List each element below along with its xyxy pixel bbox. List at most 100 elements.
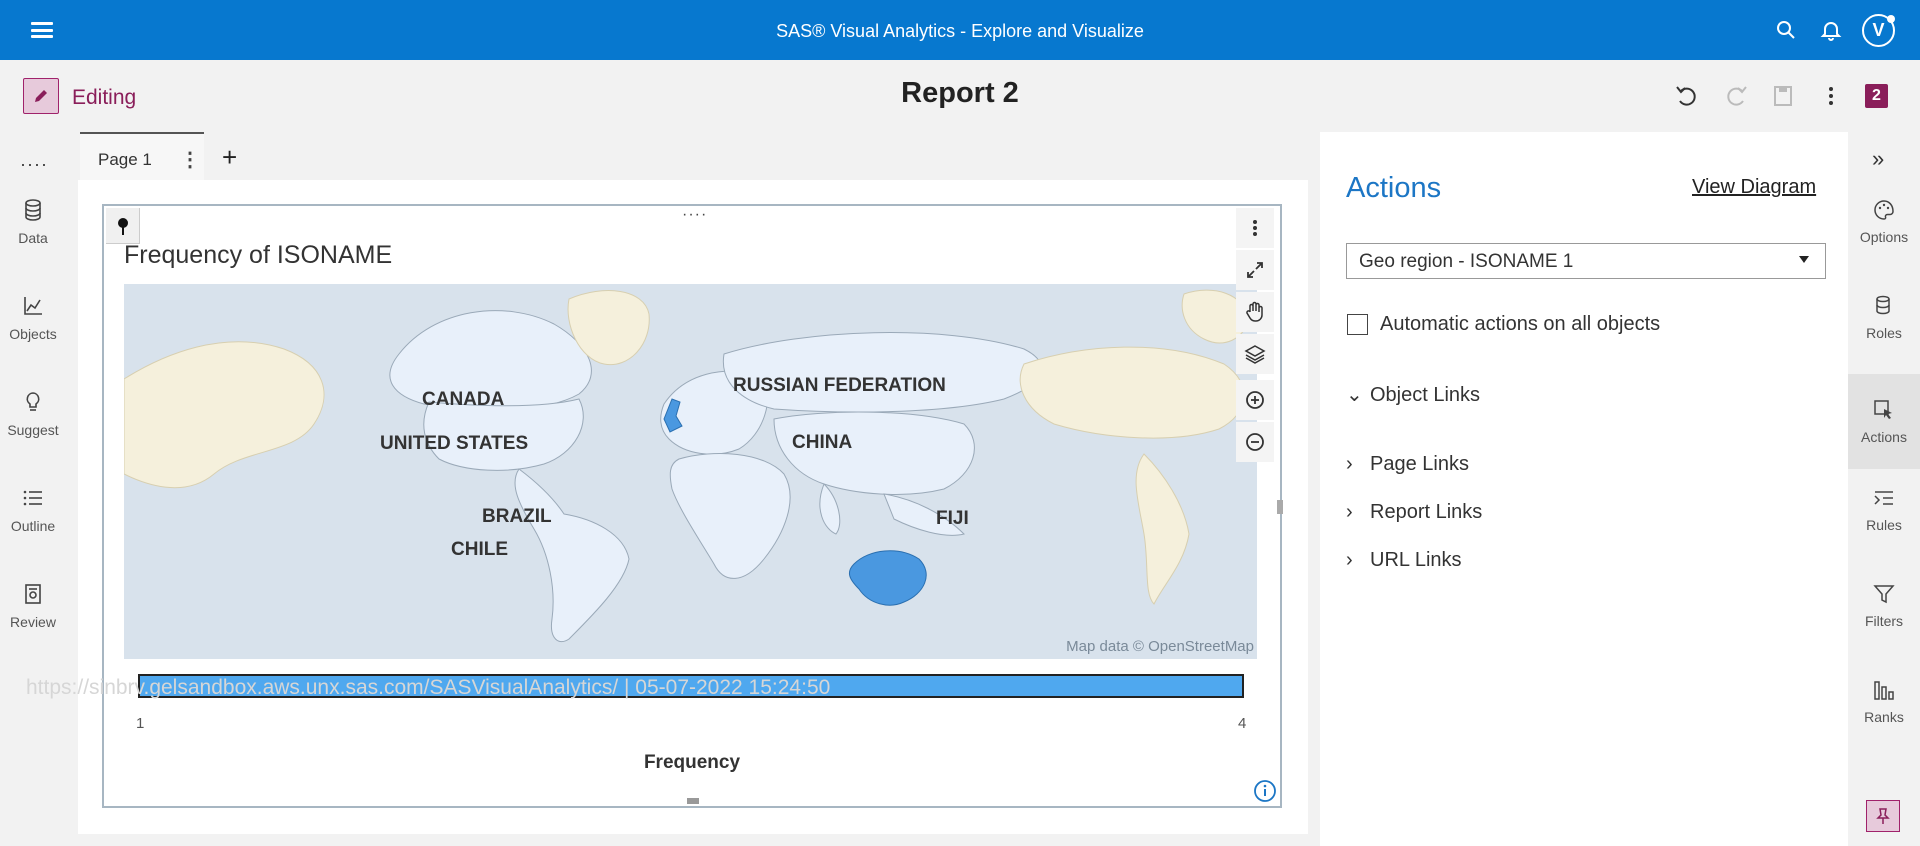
chevron-right-icon: › xyxy=(1346,549,1353,571)
section-report-links[interactable]: › Report Links xyxy=(1346,501,1482,524)
nav-item-label: Suggest xyxy=(7,422,59,438)
rail-item-actions[interactable]: Actions xyxy=(1848,374,1920,469)
rail-item-label: Actions xyxy=(1861,429,1907,445)
map-label-chile: CHILE xyxy=(451,539,508,560)
right-rail: » Options Roles Actions Rules Filters Ra… xyxy=(1848,132,1920,846)
layers-button[interactable] xyxy=(1236,334,1274,374)
tab-page-1[interactable]: Page 1 ⋮ xyxy=(80,132,204,180)
notification-badge[interactable]: 2 xyxy=(1865,84,1888,108)
url-watermark: https://sinbrv.gelsandbox.aws.unx.sas.co… xyxy=(26,676,831,699)
geo-map-object[interactable]: ···· Frequency of ISONAME CANADA UNITED … xyxy=(102,204,1282,808)
object-select-value: Geo region - ISONAME 1 xyxy=(1359,251,1574,272)
pointer-icon xyxy=(1874,400,1892,419)
expand-icon xyxy=(1247,262,1263,278)
review-icon xyxy=(25,584,41,604)
zoom-out-icon xyxy=(1246,433,1264,451)
chart-line-icon xyxy=(24,297,42,315)
avatar-initial: V xyxy=(1872,20,1885,40)
collapse-pane-icon[interactable]: » xyxy=(1872,146,1884,172)
report-title[interactable]: Report 2 xyxy=(0,77,1920,110)
database-icon xyxy=(25,199,41,221)
layers-icon xyxy=(1244,345,1266,364)
legend-min-value: 1 xyxy=(136,715,145,732)
auto-actions-checkbox[interactable] xyxy=(1347,314,1368,335)
resize-handle[interactable] xyxy=(687,798,699,804)
map-label-russian-federation: RUSSIAN FEDERATION xyxy=(733,375,946,396)
notification-bell-icon[interactable] xyxy=(1819,18,1843,42)
redo-icon[interactable] xyxy=(1722,82,1750,110)
user-avatar[interactable]: V xyxy=(1862,14,1895,47)
map-label-brazil: BRAZIL xyxy=(482,506,552,527)
avatar-status-dot xyxy=(1887,15,1895,23)
actions-pane: Actions View Diagram Geo region - ISONAM… xyxy=(1320,132,1848,846)
more-vertical-icon xyxy=(1253,220,1257,236)
rail-item-ranks[interactable]: Ranks xyxy=(1848,654,1920,749)
rail-item-rules[interactable]: Rules xyxy=(1848,462,1920,557)
auto-actions-label: Automatic actions on all objects xyxy=(1380,313,1661,335)
canvas-scroll-handle[interactable] xyxy=(1277,500,1283,514)
map-label-united-states: UNITED STATES xyxy=(380,433,528,454)
rail-item-options[interactable]: Options xyxy=(1848,174,1920,269)
nav-item-data[interactable]: Data xyxy=(0,198,66,278)
left-nav: ···· Data Objects Suggest Outline Review xyxy=(0,132,66,846)
section-url-links[interactable]: › URL Links xyxy=(1346,549,1462,572)
view-diagram-link[interactable]: View Diagram xyxy=(1692,176,1816,199)
dropdown-caret-icon xyxy=(1799,256,1809,263)
filter-icon xyxy=(1873,585,1895,604)
undo-icon[interactable] xyxy=(1673,82,1701,110)
legend-max-value: 4 xyxy=(1238,715,1247,732)
list-icon xyxy=(23,490,42,506)
nav-more-icon[interactable]: ···· xyxy=(20,154,48,175)
section-object-links[interactable]: ⌄ Object Links xyxy=(1346,382,1480,407)
zoom-in-button[interactable] xyxy=(1236,380,1274,420)
page-tabs: Page 1 ⋮ + xyxy=(80,132,1334,180)
rail-item-roles[interactable]: Roles xyxy=(1848,270,1920,365)
tab-menu-icon[interactable]: ⋮ xyxy=(180,147,200,172)
rail-item-label: Ranks xyxy=(1864,709,1904,725)
object-menu-button[interactable] xyxy=(1236,208,1274,248)
map-label-china: CHINA xyxy=(792,432,852,453)
rail-item-label: Rules xyxy=(1866,517,1902,533)
rail-item-label: Filters xyxy=(1864,613,1904,629)
chevron-right-icon: › xyxy=(1346,501,1353,523)
rail-item-filters[interactable]: Filters xyxy=(1848,558,1920,653)
map-label-canada: CANADA xyxy=(422,389,505,410)
section-label: Report Links xyxy=(1370,501,1483,523)
ranks-icon xyxy=(1874,681,1894,700)
nav-item-label: Review xyxy=(10,614,56,630)
save-icon[interactable] xyxy=(1769,82,1797,110)
nav-item-label: Outline xyxy=(10,518,56,534)
tab-label: Page 1 xyxy=(98,150,152,169)
info-icon[interactable] xyxy=(1253,779,1277,803)
more-options-icon[interactable] xyxy=(1817,82,1845,110)
section-label: Page Links xyxy=(1370,453,1469,475)
nav-item-outline[interactable]: Outline xyxy=(0,486,66,566)
legend-title: Frequency xyxy=(643,752,741,773)
zoom-in-icon xyxy=(1246,391,1264,409)
drag-handle-icon[interactable]: ···· xyxy=(682,206,707,224)
object-select[interactable]: Geo region - ISONAME 1 xyxy=(1346,243,1826,279)
maximize-button[interactable] xyxy=(1236,250,1274,290)
zoom-out-button[interactable] xyxy=(1236,422,1274,462)
nav-item-suggest[interactable]: Suggest xyxy=(0,390,66,470)
nav-item-label: Objects xyxy=(9,326,57,342)
map-attribution: Map data © OpenStreetMap xyxy=(1066,638,1254,655)
pan-button[interactable] xyxy=(1236,292,1274,332)
pin-pane-button[interactable] xyxy=(1866,800,1900,832)
nav-item-label: Data xyxy=(18,230,48,246)
rail-item-label: Options xyxy=(1859,229,1909,245)
report-canvas: Page 1 ⋮ + ···· Frequency of ISONAME CAN… xyxy=(66,132,1320,846)
pin-icon xyxy=(117,217,128,235)
viz-title: Frequency of ISONAME xyxy=(124,241,393,269)
world-map[interactable]: CANADA UNITED STATES BRAZIL CHILE RUSSIA… xyxy=(124,284,1257,659)
add-page-button[interactable]: + xyxy=(222,142,237,173)
pane-title: Actions xyxy=(1346,172,1442,204)
lightbulb-icon xyxy=(26,392,40,411)
roles-icon xyxy=(1876,295,1890,315)
section-page-links[interactable]: › Page Links xyxy=(1346,453,1469,476)
nav-item-objects[interactable]: Objects xyxy=(0,294,66,374)
map-pin-button[interactable] xyxy=(106,208,140,244)
search-icon[interactable] xyxy=(1774,18,1798,42)
section-label: Object Links xyxy=(1370,384,1481,406)
nav-item-review[interactable]: Review xyxy=(0,582,66,662)
